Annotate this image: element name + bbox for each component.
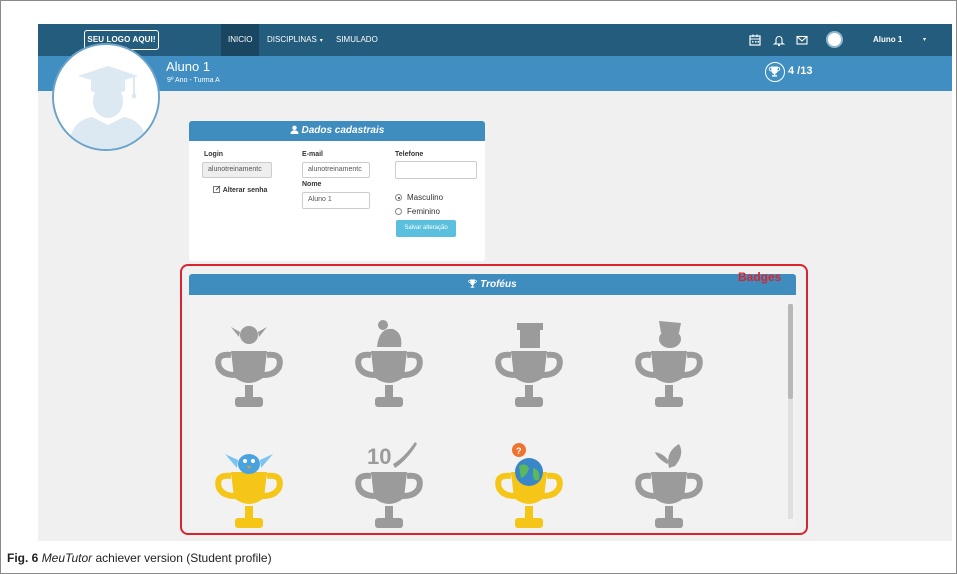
figure-caption: Fig. 6 MeuTutor achiever version (Studen… bbox=[7, 551, 272, 565]
top-navbar: SEU LOGO AQUI! INICIO DISCIPLINAS ▾ SIMUL… bbox=[38, 24, 952, 56]
email-label: E-mail bbox=[302, 151, 324, 158]
nav-item-label: DISCIPLINAS bbox=[267, 35, 317, 44]
gender-option-label: Feminino bbox=[407, 207, 440, 216]
gender-radio-feminino[interactable]: Feminino bbox=[395, 207, 440, 216]
change-password-link[interactable]: Alterar senha bbox=[213, 185, 267, 194]
login-field: alunotreinamentc bbox=[202, 162, 272, 178]
nav-item-simulado[interactable]: SIMULADO bbox=[336, 24, 378, 56]
nav-item-inicio[interactable]: INICIO bbox=[221, 24, 260, 56]
personal-data-panel: Dados cadastrais Login alunotreinamentc … bbox=[189, 121, 485, 261]
badges-annotation-frame bbox=[180, 264, 808, 535]
email-field[interactable]: alunotreinamentc bbox=[302, 162, 370, 178]
chevron-down-icon: ▾ bbox=[319, 38, 323, 44]
gender-option-label: Masculino bbox=[407, 193, 444, 202]
caption-text: achiever version (Student profile) bbox=[92, 551, 272, 565]
phone-field[interactable] bbox=[395, 161, 477, 179]
profile-avatar[interactable] bbox=[52, 43, 160, 151]
phone-label: Telefone bbox=[395, 151, 424, 158]
user-avatar[interactable] bbox=[826, 31, 843, 48]
save-button[interactable]: Salvar alteração bbox=[396, 220, 456, 237]
name-label: Nome bbox=[302, 181, 322, 188]
gender-radio-masculino[interactable]: Masculino bbox=[395, 193, 443, 202]
chevron-down-icon[interactable]: ▾ bbox=[923, 24, 926, 56]
graduate-silhouette-icon bbox=[54, 45, 158, 149]
trophy-icon bbox=[765, 62, 785, 82]
caption-app-name: MeuTutor bbox=[41, 551, 93, 565]
edit-icon bbox=[213, 185, 223, 194]
trophy-count: 4 /13 bbox=[788, 65, 813, 77]
student-name: Aluno 1 bbox=[166, 59, 211, 74]
panel-title: Dados cadastrais bbox=[301, 125, 385, 136]
bell-icon[interactable] bbox=[772, 33, 786, 47]
radio-unselected-icon bbox=[395, 208, 402, 215]
student-class: 9º Ano - Turma A bbox=[167, 77, 220, 84]
user-menu[interactable]: Aluno 1 bbox=[873, 24, 902, 56]
mail-icon[interactable] bbox=[795, 33, 809, 47]
nav-item-disciplinas[interactable]: DISCIPLINAS ▾ bbox=[267, 24, 323, 56]
radio-selected-icon bbox=[395, 194, 402, 201]
change-password-label: Alterar senha bbox=[222, 187, 268, 194]
user-icon bbox=[290, 125, 302, 136]
profile-header: Aluno 1 9º Ano - Turma A 4 /13 bbox=[38, 56, 952, 91]
panel-header: Dados cadastrais bbox=[189, 121, 485, 141]
login-label: Login bbox=[204, 151, 224, 158]
name-field[interactable]: Aluno 1 bbox=[302, 192, 370, 209]
caption-figure-number: Fig. 6 bbox=[7, 551, 39, 565]
figure: SEU LOGO AQUI! INICIO DISCIPLINAS ▾ SIMUL… bbox=[0, 0, 957, 574]
calendar-icon[interactable] bbox=[748, 33, 762, 47]
